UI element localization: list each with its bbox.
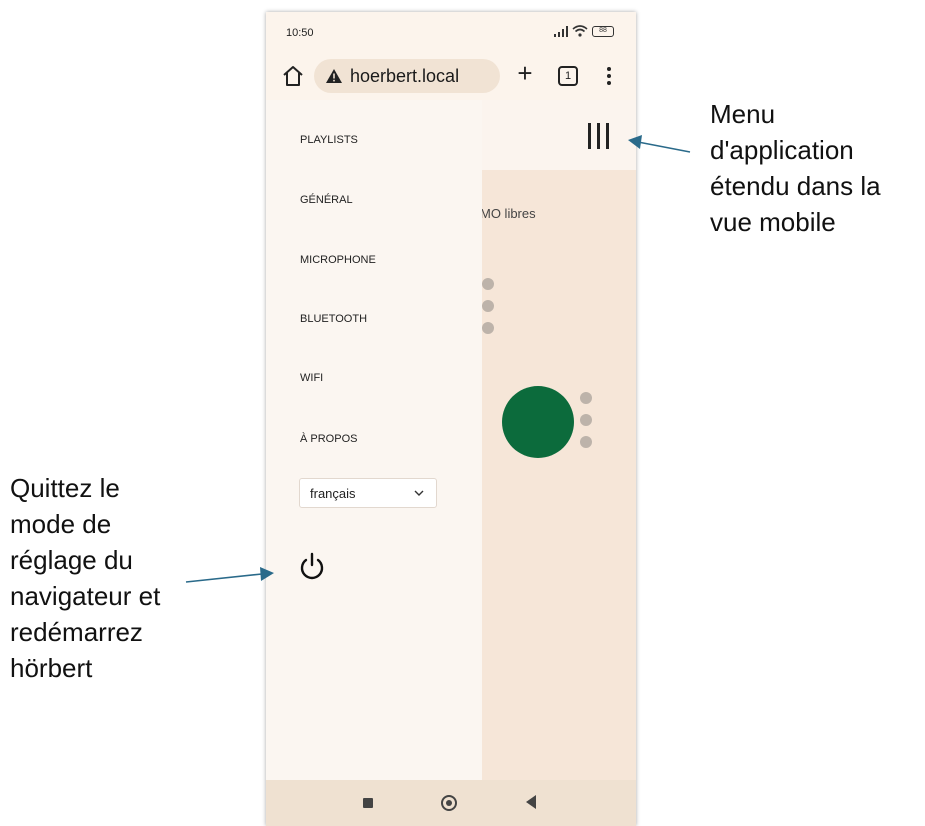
menu-annotation: Menu d'application étendu dans la vue mo…	[710, 99, 881, 237]
power-arrow	[185, 573, 263, 583]
menu-arrowhead	[628, 135, 642, 149]
power-annotation: Quittez le mode de réglage du navigateur…	[10, 473, 161, 683]
menu-arrow	[637, 141, 691, 153]
power-arrowhead	[260, 567, 274, 581]
